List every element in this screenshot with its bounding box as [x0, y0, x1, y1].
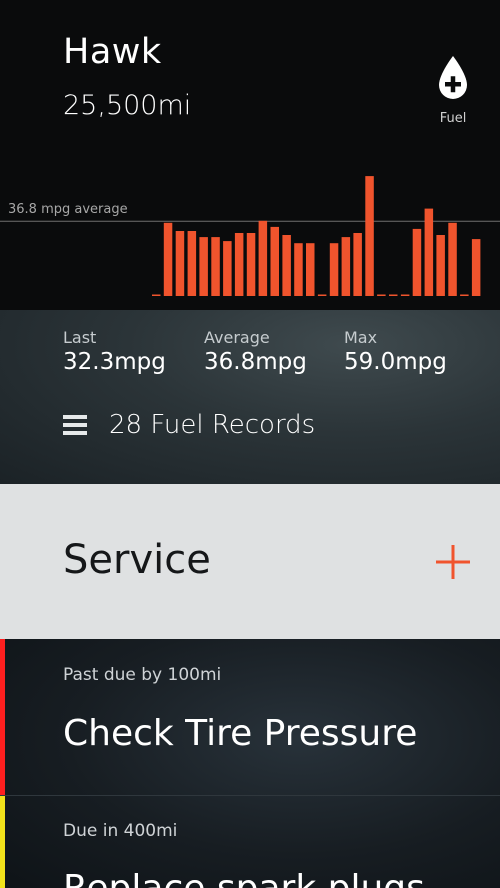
- mpg-bar: [163, 222, 173, 296]
- service-item-due: Past due by 100mi: [63, 665, 222, 685]
- add-fuel-button[interactable]: Fuel: [432, 54, 474, 130]
- mpg-bar: [294, 243, 303, 296]
- mpg-bar: [341, 237, 351, 296]
- stat-max-label: Max: [344, 328, 378, 347]
- mpg-bar: [377, 294, 386, 296]
- stat-average: Average 36.8mpg: [204, 328, 307, 375]
- mpg-bar: [448, 222, 457, 296]
- mpg-bar: [258, 220, 268, 296]
- mpg-bar: [389, 294, 398, 296]
- fuel-button-label: Fuel: [439, 111, 467, 126]
- mpg-bar: [270, 226, 279, 296]
- mpg-bar: [234, 233, 244, 296]
- service-header: Service: [0, 484, 500, 639]
- mpg-bar: [175, 231, 185, 296]
- stat-max-value: 59.0mpg: [344, 349, 447, 375]
- mpg-bar: [187, 231, 197, 296]
- stat-average-value: 36.8mpg: [204, 349, 307, 375]
- service-item-due: Due in 400mi: [63, 821, 178, 841]
- vehicle-header: Hawk 25,500mi Fuel: [0, 0, 500, 155]
- mpg-bar: [306, 243, 315, 296]
- mpg-bar: [246, 233, 256, 296]
- upcoming-indicator: [0, 796, 5, 888]
- overdue-indicator: [0, 639, 5, 795]
- stat-last-value: 32.3mpg: [63, 349, 166, 375]
- service-item-title: Check Tire Pressure: [63, 713, 418, 754]
- stat-max: Max 59.0mpg: [344, 328, 447, 375]
- vehicle-mileage: 25,500mi: [63, 90, 192, 121]
- mpg-bar: [400, 294, 410, 296]
- stat-last: Last 32.3mpg: [63, 328, 166, 375]
- mpg-bar: [152, 294, 161, 296]
- mpg-bar: [412, 228, 422, 296]
- average-mpg-label: 36.8 mpg average: [8, 202, 128, 217]
- fuel-stats-panel: Last 32.3mpg Average 36.8mpg Max 59.0mpg…: [0, 310, 500, 484]
- fuel-records-button[interactable]: 28 Fuel Records: [63, 410, 315, 440]
- mpg-bar: [353, 233, 362, 296]
- fuel-records-label: 28 Fuel Records: [109, 410, 316, 440]
- mpg-bar: [436, 235, 445, 296]
- mpg-bar: [223, 241, 232, 296]
- fuel-economy-chart: 36.8 mpg average: [0, 155, 500, 310]
- stat-last-label: Last: [63, 328, 97, 347]
- stat-average-label: Average: [204, 328, 270, 347]
- service-item[interactable]: Due in 400mi Replace spark plugs: [0, 796, 500, 888]
- mpg-bar: [329, 243, 339, 296]
- mpg-bar: [471, 239, 481, 296]
- mpg-bar: [282, 235, 291, 296]
- service-title: Service: [63, 537, 211, 583]
- list-icon: [63, 415, 87, 435]
- mpg-bar: [211, 237, 220, 296]
- mpg-bar: [460, 294, 469, 296]
- mpg-bar: [317, 294, 327, 296]
- service-item[interactable]: Past due by 100mi Check Tire Pressure: [0, 639, 500, 795]
- service-item-title: Replace spark plugs: [63, 868, 425, 888]
- mpg-bar: [365, 176, 374, 296]
- fuel-drop-plus-icon: [439, 56, 467, 99]
- vehicle-name: Hawk: [63, 32, 162, 72]
- mpg-bar: [424, 208, 434, 296]
- fuel-chart-svg: [0, 176, 500, 296]
- add-service-button[interactable]: [436, 545, 470, 579]
- mpg-bar: [199, 237, 208, 296]
